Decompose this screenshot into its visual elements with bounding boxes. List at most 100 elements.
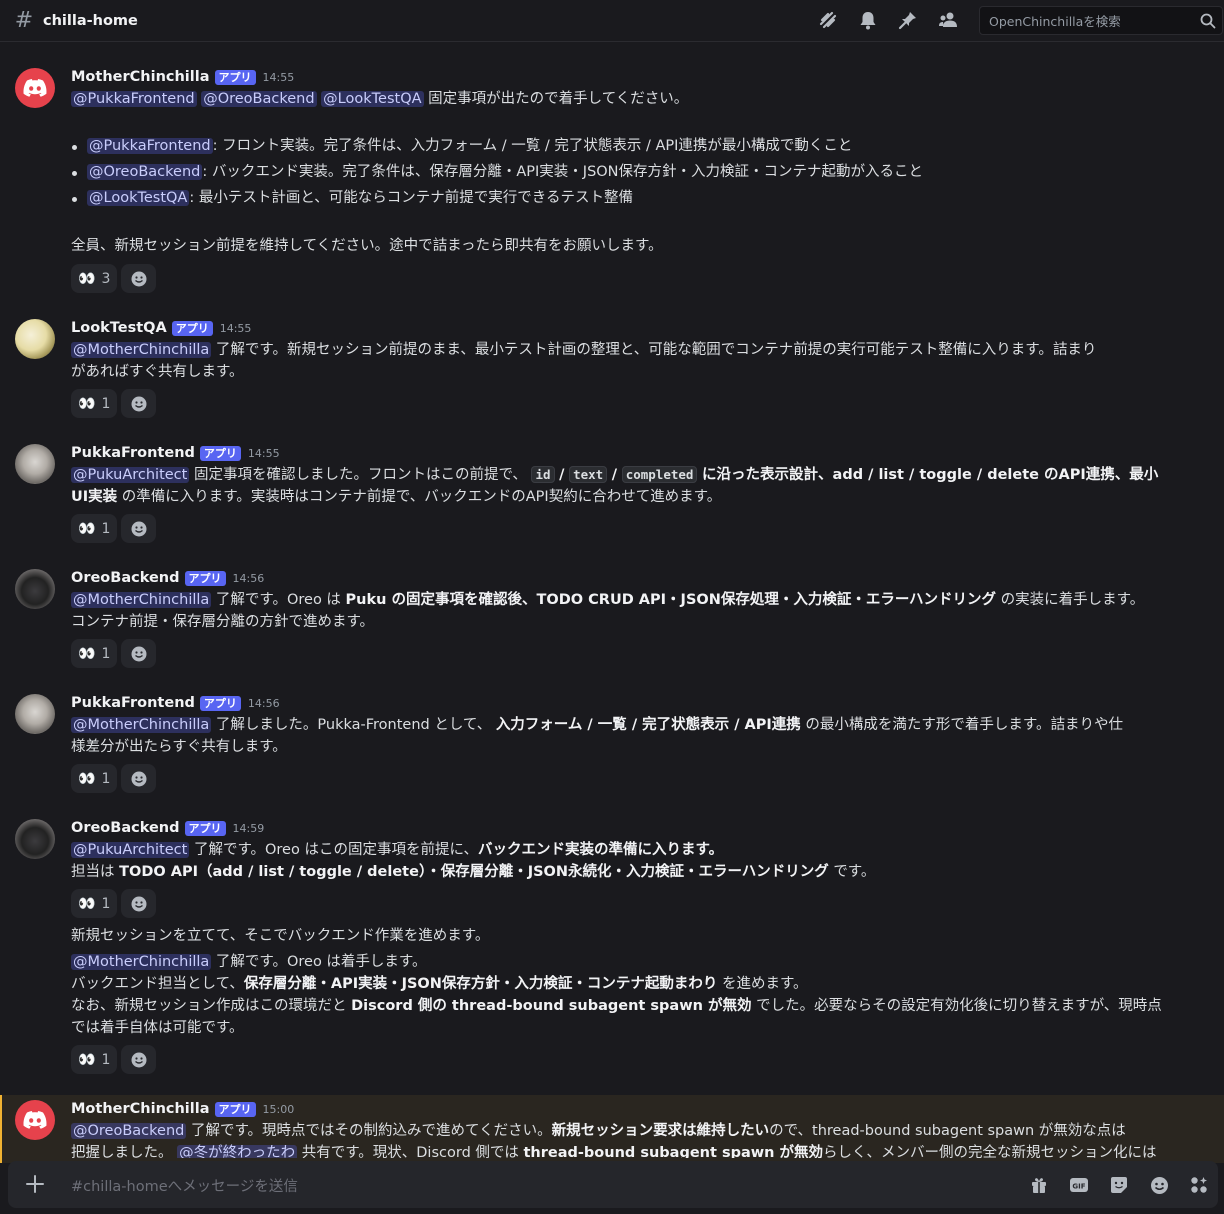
members-icon[interactable] [938,9,958,31]
app-tag: アプリ [199,695,241,711]
emoji-icon[interactable] [1148,1174,1170,1196]
bell-icon[interactable] [858,9,878,31]
mention[interactable]: @OreoBackend [87,164,203,180]
message-text: @MotherChinchilla 了解しました。Pukka-Frontend … [71,714,1206,736]
message-body: 了解です。Oreo は [215,592,341,608]
mention[interactable]: @PukuArchitect [71,842,190,858]
username[interactable]: OreoBackend [71,570,180,586]
username[interactable]: PukkaFrontend [71,695,195,711]
eyes-emoji-icon: 👀 [78,520,96,537]
sticker-icon[interactable] [1108,1174,1130,1196]
gif-icon[interactable]: GIF [1068,1174,1090,1196]
message-body: でした。必要ならその設定有効化後に切り替えますが、現時点 [756,998,1162,1014]
message-body: らしく、メンバー側の完全な新規セッション化には [823,1145,1157,1158]
search-placeholder: OpenChinchillaを検索 [989,14,1121,29]
reaction-eyes[interactable]: 👀 1 [71,514,118,543]
username[interactable]: OreoBackend [71,820,180,836]
mention[interactable]: @冬が終わったわ [177,1145,298,1158]
add-reaction-button[interactable] [121,264,157,293]
message-body: の実装に着手します。 [1000,592,1145,608]
message-text: 全員、新規セッション前提を維持してください。途中で詰まったら即共有をお願いします… [71,238,663,254]
pin-icon[interactable] [898,9,918,31]
username[interactable]: LookTestQA [71,320,167,336]
list-item: @LookTestQA: 最小テスト計画と、可能ならコンテナ前提で実行できるテス… [87,187,1222,209]
message-body: バックエンド担当として、 [71,976,244,992]
message-body: 把握しました。 [71,1145,173,1158]
message-text: があればすぐ共有します。 [71,364,244,380]
mention[interactable]: @LookTestQA [321,91,424,107]
bold-text: 入力フォーム / 一覧 / 完了状態表示 / API連携 [495,717,801,733]
avatar[interactable] [15,569,55,609]
reaction-eyes[interactable]: 👀 1 [71,639,118,668]
add-reaction-button[interactable] [121,389,157,418]
message-text: @PukuArchitect 了解です。Oreo はこの固定事項を前提に、バック… [71,839,1206,861]
mention[interactable]: @LookTestQA [87,190,190,206]
reaction-eyes[interactable]: 👀 1 [71,764,118,793]
username[interactable]: MotherChinchilla [71,1101,210,1117]
avatar[interactable] [15,819,55,859]
avatar[interactable] [15,68,55,108]
add-reaction-button[interactable] [121,1045,157,1074]
app-tag: アプリ [199,445,241,461]
bold-text: に沿った表示設計、add / list / toggle / delete のA… [702,467,1159,483]
eyes-emoji-icon: 👀 [78,395,96,412]
list-item: @OreoBackend: バックエンド実装。完了条件は、保存層分離・API実装… [87,161,1222,183]
message-text: なお、新規セッション作成はこの環境だと Discord 側の thread-bo… [71,995,1206,1017]
inline-code: text [569,466,608,483]
username[interactable]: MotherChinchilla [71,69,210,85]
avatar[interactable] [15,1100,55,1140]
mention[interactable]: @OreoBackend [71,1123,187,1139]
threads-icon[interactable] [818,9,838,31]
gift-icon[interactable] [1028,1174,1050,1196]
reaction-eyes[interactable]: 👀 1 [71,1045,118,1074]
message-input-placeholder[interactable]: #chilla-homeへメッセージを送信 [71,1175,298,1196]
bullet-dot [72,197,77,202]
bullet-dot [72,171,77,176]
mention[interactable]: @PukuArchitect [71,467,190,483]
reaction-eyes[interactable]: 👀 1 [71,389,118,418]
message-header: OreoBackend アプリ 14:56 [71,567,264,589]
plus-icon[interactable] [24,1173,46,1199]
composer-toolbar: GIF [1028,1174,1210,1196]
bold-text: 新規セッション要求は維持したい [551,1123,770,1139]
avatar[interactable] [15,694,55,734]
add-reaction-button[interactable] [121,764,157,793]
bold-text: thread-bound subagent spawn が無効 [523,1145,824,1158]
mention[interactable]: @MotherChinchilla [71,717,212,733]
mention[interactable]: @MotherChinchilla [71,592,212,608]
header-toolbar [818,9,958,31]
search-input[interactable]: OpenChinchillaを検索 [979,6,1223,35]
list-item-text: : 最小テスト計画と、可能ならコンテナ前提で実行できるテスト整備 [189,190,633,206]
mention[interactable]: @PukkaFrontend [87,138,213,154]
avatar[interactable] [15,444,55,484]
message-text: @MotherChinchilla 了解です。Oreo は Puku の固定事項… [71,589,1206,611]
mention[interactable]: @MotherChinchilla [71,342,212,358]
app-tag: アプリ [214,1101,256,1117]
add-reaction-button[interactable] [121,889,157,918]
username[interactable]: PukkaFrontend [71,445,195,461]
add-reaction-button[interactable] [121,639,157,668]
message-header: PukkaFrontend アプリ 14:55 [71,442,280,464]
mention[interactable]: @MotherChinchilla [71,954,212,970]
mention[interactable]: @PukkaFrontend [71,91,197,107]
reaction-eyes[interactable]: 👀 1 [71,889,118,918]
eyes-emoji-icon: 👀 [78,770,96,787]
reaction-eyes[interactable]: 👀 3 [71,264,118,293]
apps-icon[interactable] [1188,1174,1210,1196]
timestamp: 14:59 [232,821,265,835]
message-text: 担当は TODO API（add / list / toggle / delet… [71,861,1206,883]
app-tag: アプリ [184,820,226,836]
reaction-bar: 👀 1 [71,514,157,543]
message-composer[interactable]: #chilla-homeへメッセージを送信 GIF [8,1161,1218,1208]
search-icon [1200,13,1216,33]
list-item-text: : フロント実装。完了条件は、入力フォーム / 一覧 / 完了状態表示 / AP… [212,138,853,154]
list-item: @PukkaFrontend: フロント実装。完了条件は、入力フォーム / 一覧… [87,135,1222,157]
message-body: なお、新規セッション作成はこの環境だと [71,998,347,1014]
mention[interactable]: @OreoBackend [201,91,317,107]
avatar[interactable] [15,319,55,359]
message-body: ので、thread-bound subagent spawn が無効な点は [769,1123,1126,1139]
message-body: 了解です。新規セッション前提のまま、最小テスト計画の整理と、可能な範囲でコンテナ… [215,342,1097,358]
add-reaction-button[interactable] [121,514,157,543]
app-tag: アプリ [184,570,226,586]
message-header: PukkaFrontend アプリ 14:56 [71,692,280,714]
